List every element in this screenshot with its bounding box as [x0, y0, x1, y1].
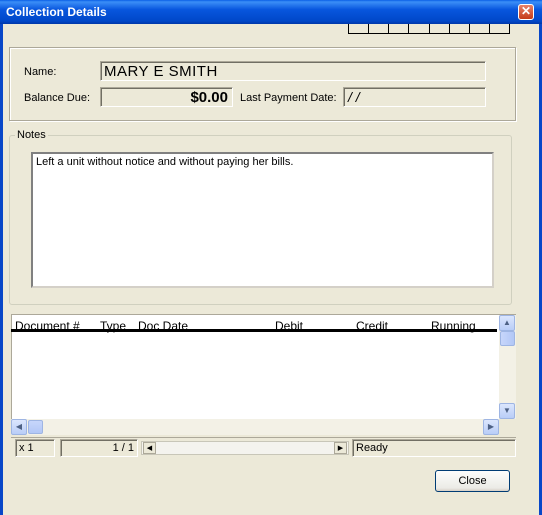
horizontal-scroll-thumb[interactable] — [28, 420, 43, 434]
page-indicator: 1 / 1 — [60, 439, 138, 457]
col-running[interactable]: Running — [431, 319, 476, 333]
zoom-indicator: x 1 — [15, 439, 55, 457]
name-field: MARY E SMITH — [100, 61, 486, 81]
scroll-corner — [499, 419, 516, 435]
balance-due-label: Balance Due: — [24, 92, 91, 104]
ruler-strip — [348, 24, 510, 34]
chevron-left-icon[interactable]: ◀ — [11, 419, 27, 435]
col-doc-date[interactable]: Doc Date — [138, 319, 188, 333]
notes-legend: Notes — [15, 129, 48, 141]
col-debit[interactable]: Debit — [275, 319, 303, 333]
page-scrollbar[interactable] — [141, 441, 349, 455]
status-separator — [11, 437, 516, 438]
last-payment-date-label: Last Payment Date: — [240, 92, 337, 104]
notes-textarea[interactable]: Left a unit without notice and without p… — [31, 152, 494, 288]
col-type[interactable]: Type — [100, 319, 126, 333]
balance-due-field: $0.00 — [100, 87, 233, 107]
page-prev-icon[interactable]: ◀ — [143, 442, 156, 454]
window-title: Collection Details — [6, 5, 107, 19]
grid-header — [11, 318, 497, 332]
page-next-icon[interactable]: ▶ — [334, 442, 347, 454]
vertical-scroll-thumb[interactable] — [500, 331, 515, 346]
close-button[interactable]: Close — [435, 470, 510, 492]
chevron-down-icon[interactable]: ▼ — [499, 403, 515, 419]
name-label: Name: — [24, 66, 57, 78]
last-payment-date-field: / / — [343, 87, 486, 107]
col-document-number[interactable]: Document # — [15, 319, 80, 333]
chevron-up-icon[interactable]: ▲ — [499, 315, 515, 331]
close-icon[interactable]: ✕ — [518, 4, 534, 20]
col-credit[interactable]: Credit — [356, 319, 388, 333]
status-text: Ready — [352, 439, 516, 457]
window-frame-left — [0, 24, 3, 515]
chevron-right-icon[interactable]: ▶ — [483, 419, 499, 435]
title-bar[interactable]: Collection Details ✕ — [0, 0, 542, 24]
grid-horizontal-scrollbar[interactable] — [11, 419, 499, 435]
customer-panel — [9, 47, 516, 121]
